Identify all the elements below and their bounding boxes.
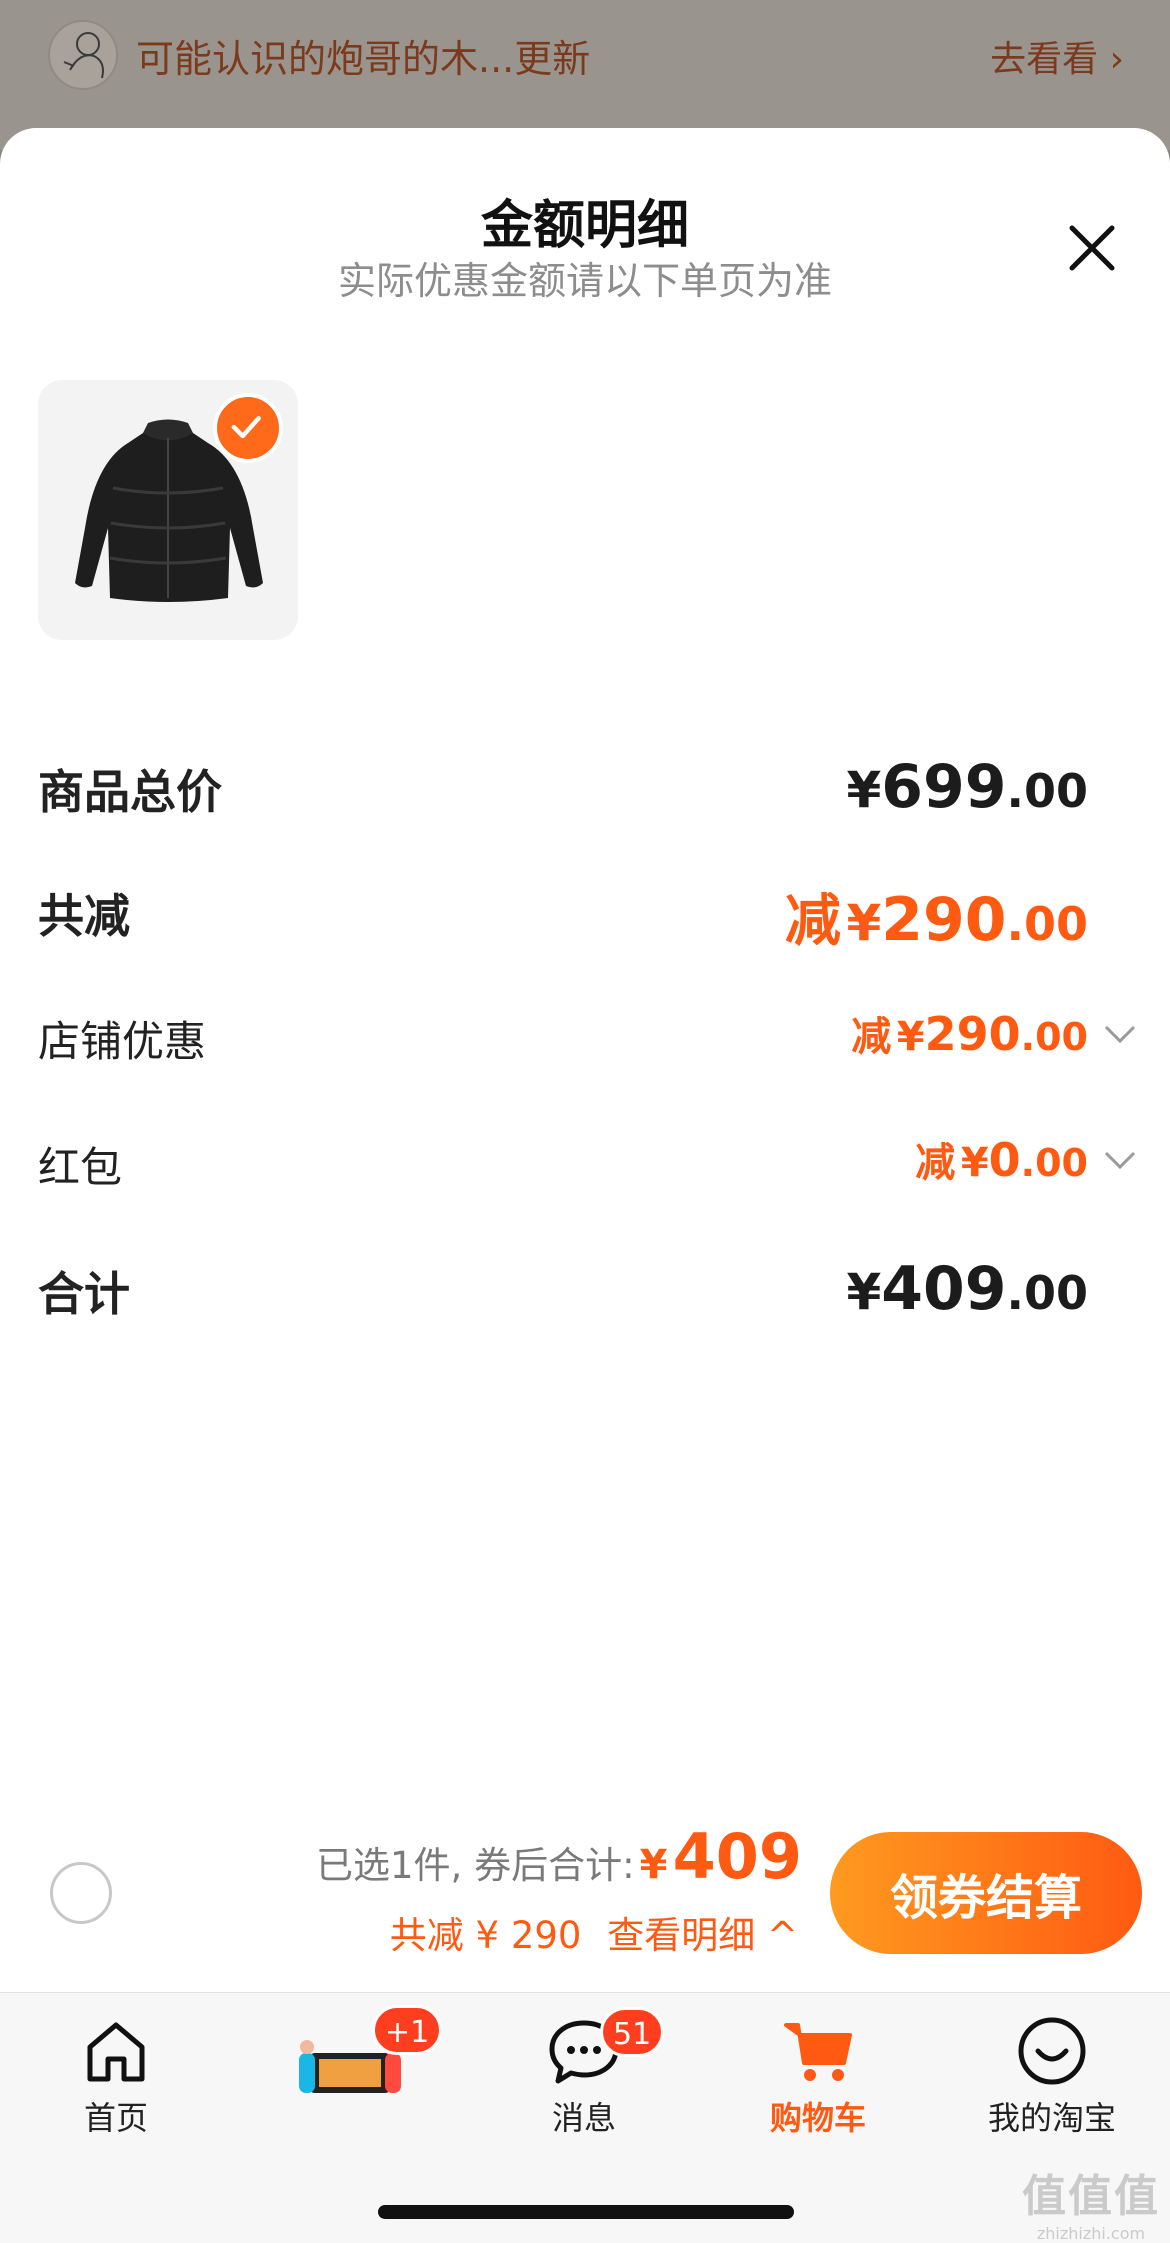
checkout-bar: 已选1件, 券后合计: ¥ 409 共减 ¥ 290 查看明细 ^ 领券结算 — [0, 1800, 1170, 1990]
checkout-button[interactable]: 领券结算 — [830, 1832, 1142, 1954]
shopping-cart-icon — [784, 2023, 852, 2081]
row-sum: 合计 ¥409.00 — [38, 1254, 1138, 1338]
watermark: 值值值 zhizhizhi.com — [1022, 2160, 1160, 2243]
sum-value: ¥409.00 — [846, 1254, 1088, 1324]
checkout-discount-text: 共减 ¥ 290 — [389, 1914, 582, 1957]
checkout-discount-line: 共减 ¥ 290 查看明细 ^ — [390, 1905, 798, 1959]
home-icon — [87, 2022, 145, 2082]
smiley-face-icon — [1018, 2017, 1086, 2085]
total-discount-value: 减 ¥290.00 — [784, 885, 1088, 955]
messages-badge: 51 — [600, 2007, 665, 2057]
promo-badge: +1 — [372, 2005, 443, 2055]
chevron-down-icon[interactable] — [1102, 1148, 1138, 1172]
view-detail-link[interactable]: 查看明细 ^ — [607, 1914, 798, 1957]
product-selected-check-icon[interactable] — [213, 393, 283, 463]
cartoon-avatar-icon — [63, 32, 104, 79]
tab-messages-label: 消息 — [551, 2099, 616, 2137]
tab-mine-label: 我的淘宝 — [987, 2099, 1116, 2137]
checkout-summary: 已选1件, 券后合计: ¥ 409 — [316, 1820, 802, 1893]
avatar — [48, 20, 118, 90]
watermark-sub: zhizhizhi.com — [1036, 2224, 1146, 2243]
row-shop-coupon[interactable]: 店铺优惠 减 ¥290.00 — [38, 1007, 1138, 1088]
total-yen: ¥ — [639, 1842, 668, 1888]
select-all-radio[interactable] — [50, 1862, 112, 1924]
tab-home-label: 首页 — [83, 2099, 148, 2137]
shop-coupon-value: 减 ¥290.00 — [851, 1007, 1088, 1061]
banner-go-see-link[interactable]: 去看看 › — [990, 30, 1124, 82]
home-indicator[interactable] — [378, 2205, 794, 2219]
chevron-down-icon[interactable] — [1102, 1022, 1138, 1046]
row-red-packet[interactable]: 红包 减 ¥0.00 — [38, 1133, 1138, 1214]
tab-cart-label: 购物车 — [769, 2099, 866, 2137]
total-price-value: ¥699.00 — [846, 752, 1088, 822]
red-packet-value: 减 ¥0.00 — [915, 1133, 1088, 1187]
sheet-title: 金额明细 — [480, 196, 689, 256]
sum-label: 合计 — [38, 1267, 130, 1321]
total-price-label: 商品总价 — [38, 765, 222, 819]
close-icon[interactable] — [1062, 218, 1122, 278]
red-packet-label: 红包 — [38, 1143, 123, 1192]
row-total-discount: 共减 减 ¥290.00 — [38, 880, 1138, 960]
tab-cart[interactable]: 购物车 — [718, 2013, 918, 2143]
sheet-subtitle: 实际优惠金额请以下单页为准 — [337, 259, 832, 303]
row-total-price: 商品总价 ¥699.00 — [38, 752, 1138, 836]
selected-count-text: 已选1件, 券后合计: — [316, 1844, 635, 1887]
tab-promo[interactable]: +1 — [250, 2005, 450, 2143]
banner-text: 可能认识的炮哥的木...更新 — [136, 37, 591, 81]
tab-messages[interactable]: 消息 51 — [484, 2007, 684, 2143]
tab-mine[interactable]: 我的淘宝 — [952, 2013, 1152, 2143]
total-discount-label: 共减 — [38, 889, 130, 943]
tab-home[interactable]: 首页 — [16, 2013, 216, 2143]
shop-coupon-label: 店铺优惠 — [38, 1017, 207, 1066]
checkout-total: 409 — [672, 1820, 802, 1893]
watermark-main: 值值值 — [1022, 2171, 1160, 2222]
